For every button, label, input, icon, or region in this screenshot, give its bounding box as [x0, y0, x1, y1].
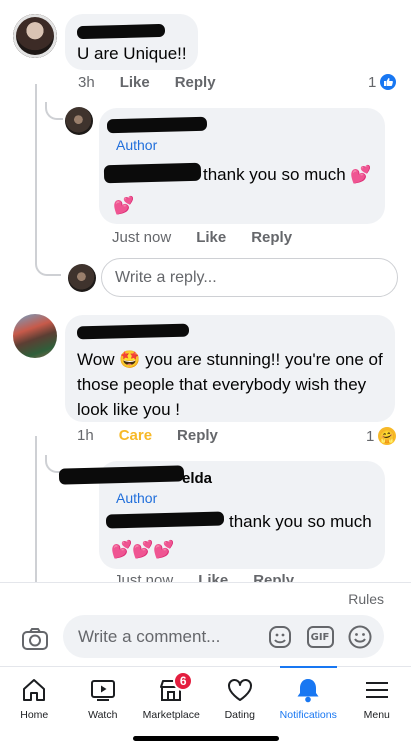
reply-connector — [45, 102, 63, 120]
author-badge: Author — [116, 137, 158, 153]
tab-watch[interactable]: Watch — [69, 667, 138, 728]
heart-icon — [227, 679, 252, 701]
like-button[interactable]: Like — [196, 229, 226, 246]
tab-marketplace[interactable]: 6 Marketplace — [137, 667, 206, 728]
rules-link[interactable]: Rules — [348, 591, 384, 607]
comment-actions: 3h Like Reply — [78, 74, 241, 91]
commenter-avatar[interactable] — [13, 314, 57, 358]
camera-icon[interactable] — [19, 623, 51, 655]
tab-notifications[interactable]: Notifications — [274, 666, 343, 728]
reply-text: thank you so much — [229, 512, 372, 531]
reaction-count: 1 — [366, 427, 375, 445]
like-button[interactable]: Like — [120, 74, 150, 91]
reply-emoji: 💕 — [113, 196, 135, 215]
care-reaction-button[interactable]: Care — [119, 427, 152, 444]
comment-bubble[interactable]: U are Unique!! — [65, 14, 198, 70]
reply-button[interactable]: Reply — [177, 427, 218, 444]
tab-label: Dating — [224, 709, 255, 721]
author-avatar[interactable] — [65, 107, 93, 135]
home-indicator — [133, 736, 279, 741]
reply-actions: Just now Like Reply — [112, 229, 317, 246]
bottom-tab-bar: Home Watch 6 Marketplace Dating Notifica… — [0, 666, 411, 728]
reply-button[interactable]: Reply — [251, 229, 292, 246]
notification-badge: 6 — [173, 671, 194, 691]
reply-time: Just now — [112, 229, 172, 246]
comment-composer: Write a comment... GIF — [0, 614, 411, 666]
tab-label: Notifications — [279, 709, 337, 721]
tab-label: Watch — [88, 709, 118, 721]
comment-time: 3h — [78, 74, 95, 91]
commenter-avatar[interactable] — [13, 14, 57, 58]
comment-input-placeholder: Write a comment... — [78, 626, 221, 646]
redacted-text — [103, 162, 202, 184]
comment-text: U are Unique!! — [77, 44, 187, 63]
reply-bubble[interactable]: elda Author thank you so much 💕💕💕 — [58, 461, 385, 569]
thread-connector — [35, 436, 37, 582]
home-icon — [23, 679, 46, 701]
redacted-name — [76, 23, 166, 40]
comment-text: Wow 🤩 you are stunning!! you're one of t… — [77, 350, 383, 419]
tab-label: Menu — [363, 709, 390, 721]
avatar-sticker-icon[interactable] — [266, 623, 294, 651]
redacted-text — [105, 511, 225, 529]
tab-label: Marketplace — [142, 709, 200, 721]
rules-row: Rules — [0, 582, 411, 616]
thread-connector — [35, 258, 61, 276]
comment-input[interactable]: Write a comment... GIF — [63, 615, 384, 658]
author-name: elda — [182, 470, 213, 487]
redacted-name — [106, 116, 208, 134]
reply-input[interactable]: Write a reply... — [101, 258, 398, 297]
tab-dating[interactable]: Dating — [206, 667, 275, 728]
tab-menu[interactable]: Menu — [343, 667, 411, 728]
reply-emoji: 💕💕💕 — [111, 540, 175, 559]
gif-icon[interactable]: GIF — [306, 623, 334, 651]
reaction-summary[interactable]: 1 — [368, 73, 398, 91]
reply-button[interactable]: Reply — [253, 572, 294, 582]
author-badge: Author — [116, 490, 158, 506]
comment-time: 1h — [77, 427, 94, 444]
bell-icon — [297, 679, 319, 703]
user-avatar — [68, 264, 96, 292]
watch-icon — [90, 680, 115, 701]
comment-thread: U are Unique!! 3h Like Reply 1 Author th… — [0, 0, 411, 582]
comment-bubble[interactable]: Wow 🤩 you are stunning!! you're one of t… — [65, 315, 395, 422]
thread-connector — [35, 84, 37, 260]
care-emoji-icon: 🤗 — [377, 426, 398, 446]
comment-actions: 1h Care Reply — [77, 427, 243, 444]
tab-home[interactable]: Home — [0, 667, 69, 728]
like-button[interactable]: Like — [198, 572, 228, 582]
tab-label: Home — [20, 709, 49, 721]
reply-time: Just now — [114, 572, 174, 582]
redacted-name — [58, 465, 185, 485]
redacted-name — [76, 323, 190, 340]
thumbs-up-icon — [379, 73, 398, 91]
reaction-count: 1 — [368, 73, 377, 91]
reply-actions: Just now Like Reply — [114, 572, 319, 582]
reply-input-placeholder: Write a reply... — [115, 268, 217, 286]
menu-icon — [365, 682, 388, 698]
reply-text: thank you so much 💕 — [203, 165, 372, 184]
emoji-icon[interactable] — [346, 623, 374, 651]
reply-bubble[interactable]: Author thank you so much 💕 💕 — [99, 108, 385, 224]
reply-button[interactable]: Reply — [175, 74, 216, 91]
reaction-summary[interactable]: 1 🤗 — [366, 426, 398, 446]
